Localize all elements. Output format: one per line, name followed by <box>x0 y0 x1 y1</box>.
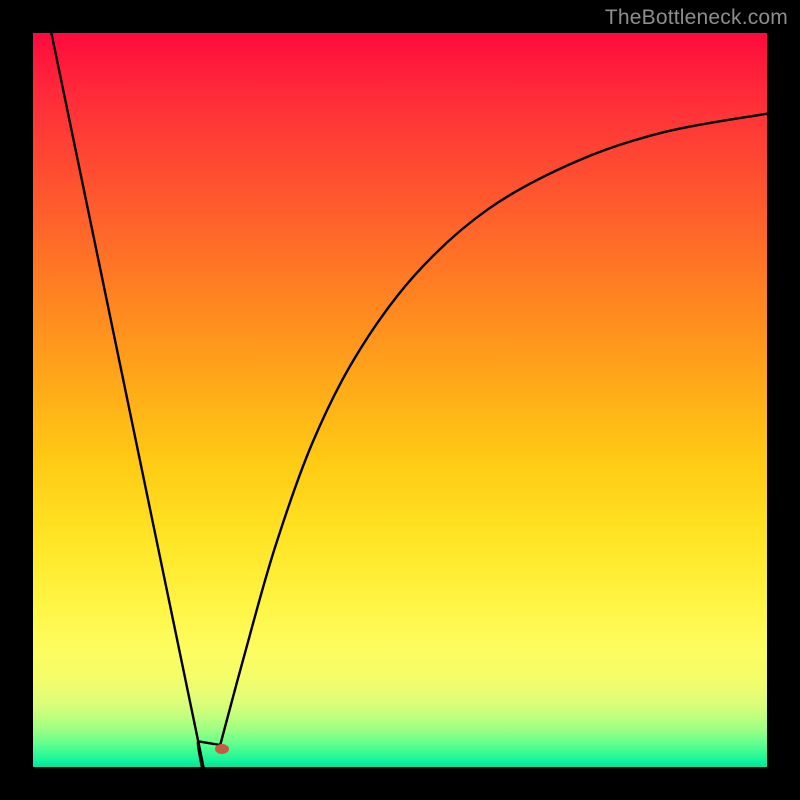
optimum-marker <box>215 744 229 754</box>
bottleneck-curve <box>51 33 767 767</box>
plot-area <box>33 33 767 767</box>
watermark-text: TheBottleneck.com <box>605 6 788 30</box>
curve-svg <box>33 33 767 767</box>
chart-frame: TheBottleneck.com <box>0 0 800 800</box>
